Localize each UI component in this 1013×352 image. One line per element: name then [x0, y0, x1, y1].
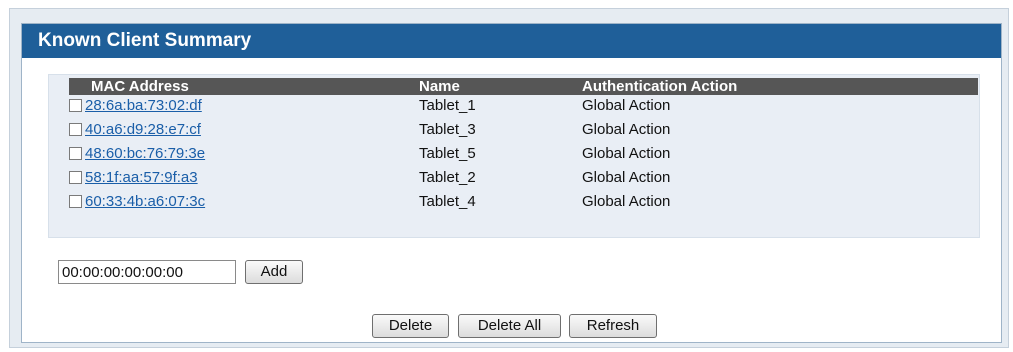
row-select-checkbox[interactable]: [69, 99, 82, 112]
row-select-checkbox[interactable]: [69, 123, 82, 136]
delete-all-button[interactable]: Delete All: [458, 314, 561, 338]
add-button[interactable]: Add: [245, 260, 303, 284]
authentication-action: Global Action: [582, 169, 671, 186]
delete-button[interactable]: Delete: [372, 314, 449, 338]
panel-title: Known Client Summary: [22, 24, 1001, 58]
known-client-summary-panel: Known Client Summary MAC Address Name Au…: [21, 23, 1002, 343]
table-row: 40:a6:d9:28:e7:cf Tablet_3 Global Action: [69, 118, 978, 142]
authentication-action: Global Action: [582, 97, 671, 114]
table-row: 58:1f:aa:57:9f:a3 Tablet_2 Global Action: [69, 166, 978, 190]
client-name: Tablet_1: [419, 97, 476, 114]
column-header-name: Name: [419, 78, 460, 95]
mac-address-link[interactable]: 60:33:4b:a6:07:3c: [85, 190, 205, 214]
client-name: Tablet_3: [419, 121, 476, 138]
authentication-action: Global Action: [582, 121, 671, 138]
column-header-authentication-action: Authentication Action: [582, 78, 738, 95]
mac-address-link[interactable]: 48:60:bc:76:79:3e: [85, 142, 205, 166]
refresh-button[interactable]: Refresh: [569, 314, 657, 338]
client-table: MAC Address Name Authentication Action 2…: [48, 74, 980, 238]
column-header-mac-address: MAC Address: [91, 78, 189, 95]
client-name: Tablet_2: [419, 169, 476, 186]
authentication-action: Global Action: [582, 145, 671, 162]
row-select-checkbox[interactable]: [69, 195, 82, 208]
table-row: 60:33:4b:a6:07:3c Tablet_4 Global Action: [69, 190, 978, 214]
table-row: 28:6a:ba:73:02:df Tablet_1 Global Action: [69, 94, 978, 118]
authentication-action: Global Action: [582, 193, 671, 210]
mac-address-input[interactable]: [58, 260, 236, 284]
mac-address-link[interactable]: 58:1f:aa:57:9f:a3: [85, 166, 198, 190]
table-header-row: MAC Address Name Authentication Action: [69, 78, 978, 95]
client-name: Tablet_4: [419, 193, 476, 210]
mac-address-link[interactable]: 40:a6:d9:28:e7:cf: [85, 118, 201, 142]
client-name: Tablet_5: [419, 145, 476, 162]
row-select-checkbox[interactable]: [69, 171, 82, 184]
mac-address-link[interactable]: 28:6a:ba:73:02:df: [85, 94, 202, 118]
table-row: 48:60:bc:76:79:3e Tablet_5 Global Action: [69, 142, 978, 166]
row-select-checkbox[interactable]: [69, 147, 82, 160]
